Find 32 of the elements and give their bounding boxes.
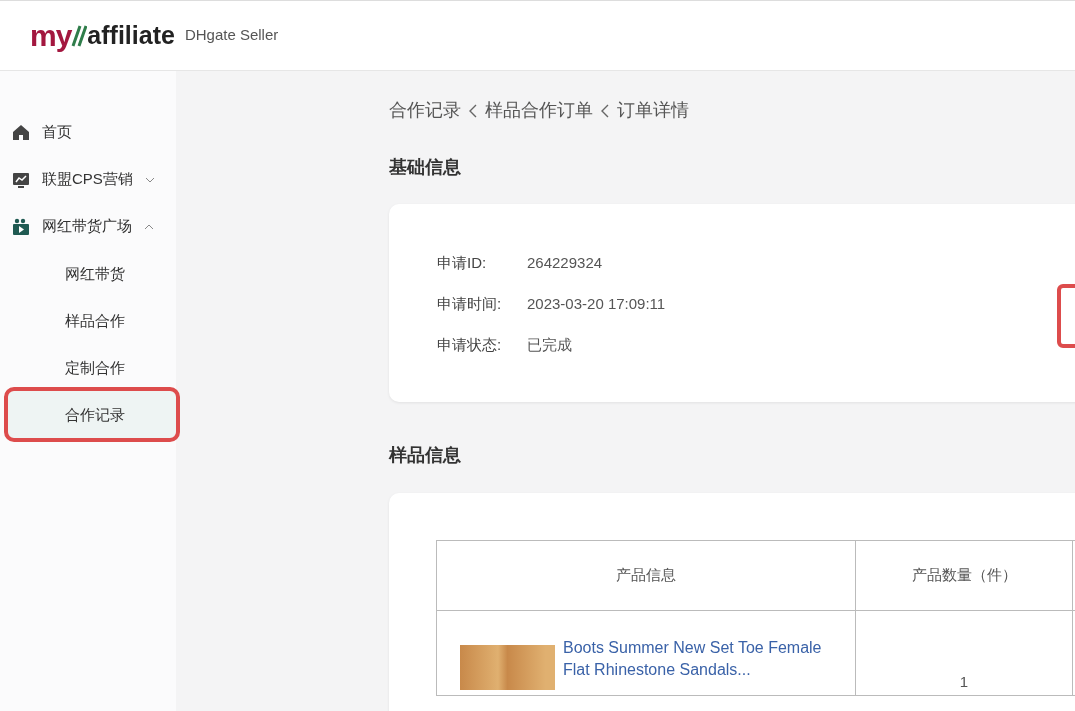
section-title: 基础信息 (389, 156, 462, 179)
section-title: 样品信息 (389, 444, 462, 467)
column-header: 产品信息 (436, 540, 856, 611)
header-subtitle: DHgate Seller (184, 25, 279, 46)
slash-logo-icon (71, 23, 88, 48)
sidebar-item[interactable]: 网红带货广场 (0, 203, 176, 250)
field-value: 264229324 (527, 253, 603, 273)
menu-label: 首页 (42, 122, 72, 143)
chevron-left-icon (601, 103, 609, 118)
field-value: 已完成 (527, 335, 572, 355)
field-label: 申请状态: (437, 335, 503, 355)
sidebar-item[interactable]: 首页 (0, 109, 176, 156)
submenu-item[interactable]: 样品合作 (8, 297, 176, 344)
sidebar-item[interactable]: 联盟CPS营销 (0, 156, 176, 203)
breadcrumb-link[interactable]: 订单详情 (617, 97, 689, 124)
home-icon (12, 123, 30, 142)
field-value: 2023-03-20 17:09:11 (527, 294, 666, 314)
camera-icon (12, 217, 30, 236)
chart-icon (12, 170, 30, 189)
quantity-cell: 1 (855, 610, 1073, 695)
chevron-left-icon (469, 103, 477, 118)
logo-text: my (30, 20, 72, 51)
submenu-item[interactable]: 定制合作 (8, 344, 176, 391)
menu-label: 联盟CPS营销 (42, 169, 133, 190)
field-label: 申请ID: (437, 253, 488, 273)
column-header: 产品数量（件） (855, 540, 1073, 611)
breadcrumb-link[interactable]: 样品合作订单 (485, 97, 593, 124)
logo-text: affiliate (87, 23, 175, 48)
breadcrumb-link[interactable]: 合作记录 (389, 97, 461, 124)
menu-label: 网红带货广场 (42, 216, 132, 237)
submenu-item[interactable]: 网红带货 (8, 250, 176, 297)
field-label: 申请时间: (437, 294, 503, 314)
